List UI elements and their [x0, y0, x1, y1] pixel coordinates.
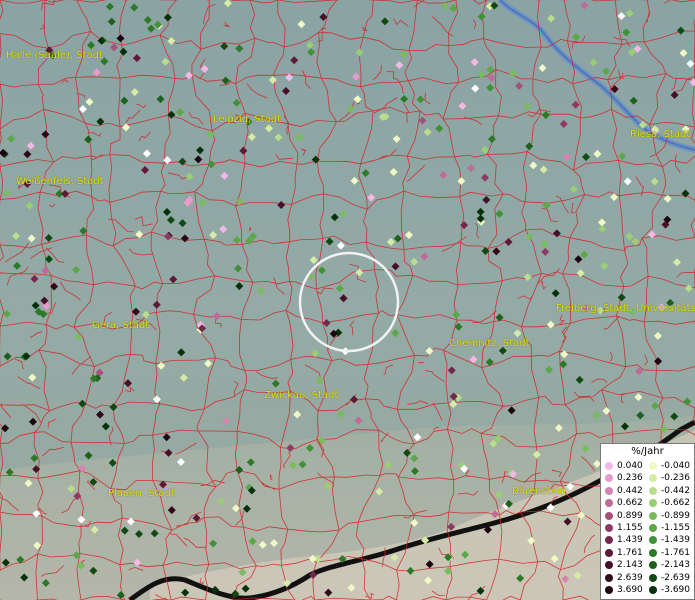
city-label-gera: Gera, Stadt [92, 320, 150, 331]
legend-value: 2.639 [617, 572, 643, 583]
legend-swatch [605, 548, 613, 557]
city-label-freiberg: Freiberg, Stadt, Universitätsstadt [556, 303, 695, 314]
legend-swatch [649, 486, 657, 495]
legend-value: 0.040 [617, 461, 643, 471]
legend-value: -0.236 [661, 473, 691, 484]
city-label-leipzig: Leipzig, Stadt [213, 114, 282, 125]
legend-swatch [605, 486, 613, 495]
legend-swatch [605, 511, 613, 520]
legend-swatch [649, 511, 657, 520]
map-canvas[interactable]: Halle (Saale), Stadt Leipzig, Stadt Ries… [0, 0, 695, 600]
legend-value: 3.690 [617, 585, 643, 595]
city-label-weissenfels: Weißenfels, Stadt [16, 176, 104, 187]
legend-swatch [649, 586, 657, 594]
city-label-chemnitz: Chemnitz, Stadt [449, 338, 530, 349]
legend-swatch [649, 524, 657, 532]
legend-value: -2.639 [661, 572, 691, 583]
legend-value: 0.236 [617, 473, 643, 484]
legend-value: 0.899 [617, 510, 643, 521]
city-label-riesa: Riesa, Stadt [630, 129, 691, 140]
legend-swatch [605, 573, 613, 582]
legend-value: -0.040 [661, 461, 691, 471]
legend-value: 1.761 [617, 547, 643, 558]
legend-swatch [605, 474, 613, 483]
city-label-halle: Halle (Saale), Stadt [6, 50, 103, 61]
legend-swatch [649, 561, 657, 570]
map-layer[interactable] [0, 0, 695, 600]
legend-value: -0.899 [661, 510, 691, 521]
legend-title: %/Jahr [631, 446, 664, 457]
legend-swatch [649, 548, 657, 557]
legend-value: -0.442 [661, 485, 691, 496]
legend-swatch [649, 573, 657, 582]
legend-swatch [605, 561, 613, 570]
legend-value: 0.662 [617, 498, 643, 509]
legend-swatch [649, 462, 657, 470]
city-label-plauen: Plauen, Stadt [108, 488, 175, 499]
legend-swatch [605, 524, 613, 532]
legend-value: -2.143 [661, 560, 691, 571]
legend-swatch [649, 474, 657, 483]
legend-value: -1.155 [661, 523, 691, 533]
legend-swatch [605, 462, 613, 470]
legend-swatch [605, 499, 613, 508]
legend-value: 1.155 [617, 523, 643, 533]
legend-value: -3.690 [661, 585, 691, 595]
legend-value: 0.442 [617, 485, 643, 496]
legend-value: 1.439 [617, 535, 643, 546]
legend-value: -0.662 [661, 498, 691, 509]
legend-value: 2.143 [617, 560, 643, 571]
legend-value: -1.439 [661, 535, 691, 546]
legend-swatch [649, 536, 657, 545]
legend-swatch [605, 536, 613, 545]
city-label-zwickau: Zwickau, Stadt [264, 390, 339, 401]
legend-swatch [605, 586, 613, 594]
city-label-barenstein: Bärenstein [512, 486, 566, 497]
legend-swatch [649, 499, 657, 508]
legend-value: -1.761 [661, 547, 691, 558]
legend-panel: %/Jahr 0.040 -0.040 0.236 -0.236 0.442 -0.442… [600, 443, 695, 600]
